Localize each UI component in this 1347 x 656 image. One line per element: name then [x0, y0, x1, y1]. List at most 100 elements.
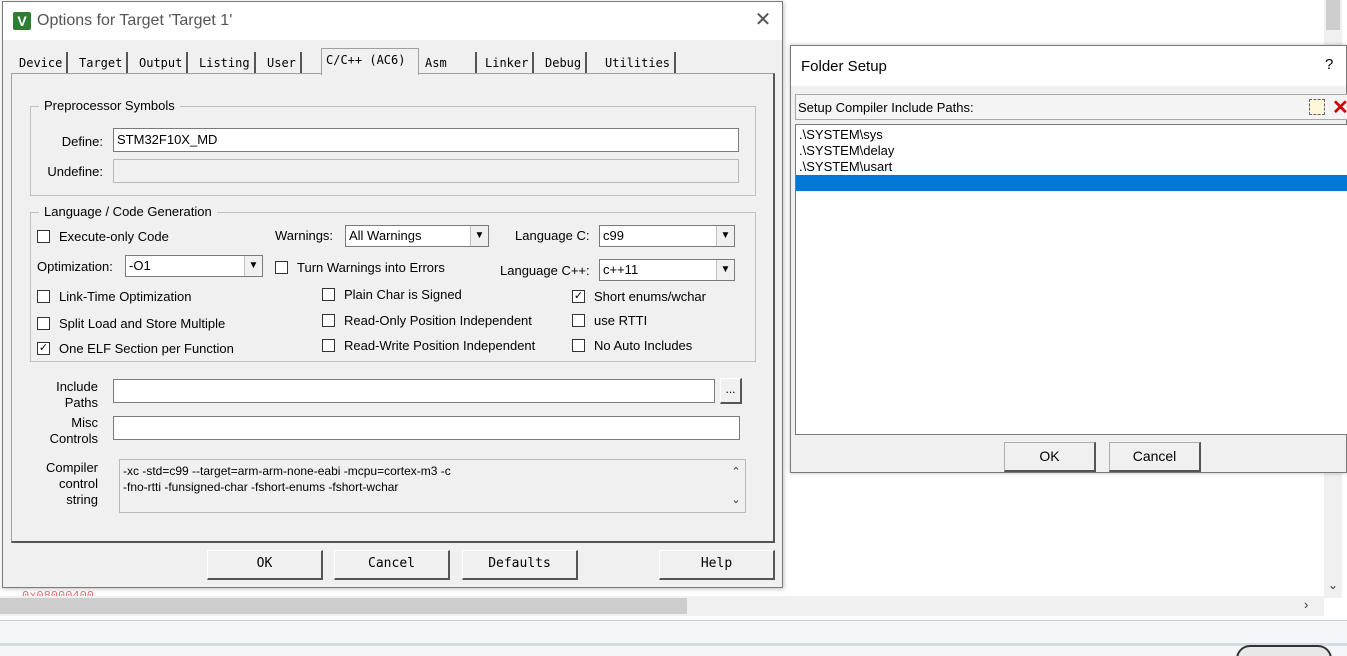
compiler-control-label: Compiler control string	[45, 460, 98, 507]
ok-button[interactable]: OK	[207, 550, 323, 580]
checkbox-box[interactable]	[322, 314, 335, 327]
cancel-button[interactable]: Cancel	[334, 550, 450, 580]
scroll-up-icon[interactable]: ⌃	[727, 464, 745, 480]
dialog-title: Options for Target 'Target 1'	[37, 12, 233, 29]
language-group-title: Language / Code Generation	[39, 204, 217, 219]
scroll-right-icon[interactable]: ›	[1304, 597, 1320, 612]
browse-include-paths-button[interactable]: ...	[720, 378, 742, 404]
language-c-value: c99	[603, 228, 624, 243]
checkbox-box[interactable]	[37, 230, 50, 243]
new-folder-icon[interactable]	[1309, 99, 1325, 115]
delete-icon[interactable]: ✕	[1332, 95, 1347, 120]
checkbox-label: No Auto Includes	[594, 338, 693, 353]
include-paths-header-label: Setup Compiler Include Paths:	[798, 100, 974, 115]
include-paths-header: Setup Compiler Include Paths: ✕	[795, 94, 1347, 120]
list-item[interactable]: .\SYSTEM\sys	[796, 127, 1347, 143]
checkbox-box[interactable]	[322, 339, 335, 352]
checkbox-label: Read-Only Position Independent	[344, 313, 532, 328]
text-scrollbar[interactable]: ⌃ ⌄	[727, 460, 745, 512]
language-cpp-label: Language C++:	[500, 263, 590, 278]
include-paths-label: Include Paths	[56, 379, 98, 410]
scrollbar-thumb[interactable]	[1326, 0, 1340, 30]
warnings-label: Warnings:	[275, 228, 334, 243]
tab-target[interactable]: Target	[75, 52, 129, 74]
tab-linker[interactable]: Linker	[481, 52, 535, 74]
compiler-control-string[interactable]: -xc -std=c99 --target=arm-arm-none-eabi …	[119, 459, 746, 513]
checkbox-label: Short enums/wchar	[594, 289, 706, 304]
checkbox-box[interactable]: ✓	[572, 290, 585, 303]
checkbox-box[interactable]	[572, 314, 585, 327]
include-paths-input[interactable]	[113, 379, 715, 403]
language-group: Language / Code Generation Execute-only …	[30, 204, 756, 362]
optimization-select[interactable]: -O1 ▼	[125, 255, 263, 277]
dialog-titlebar: V Options for Target 'Target 1' ✕	[3, 2, 782, 40]
warnings-select[interactable]: All Warnings ▼	[345, 225, 489, 247]
tab-debug[interactable]: Debug	[541, 52, 588, 74]
checkbox-label: One ELF Section per Function	[59, 341, 234, 356]
cpp-tab-panel: Preprocessor Symbols Define: STM32F10X_M…	[11, 73, 775, 543]
folder-setup-dialog: Folder Setup ? Setup Compiler Include Pa…	[790, 45, 1347, 473]
language-cpp-select[interactable]: c++11 ▼	[599, 259, 735, 281]
status-bar	[0, 620, 1347, 656]
help-button[interactable]: Help	[659, 550, 775, 580]
list-item[interactable]: .\SYSTEM\usart	[796, 159, 1347, 175]
optimization-value: -O1	[129, 258, 151, 273]
checkbox-box[interactable]	[37, 290, 50, 303]
compiler-control-line: -xc -std=c99 --target=arm-arm-none-eabi …	[123, 464, 451, 478]
editor-horizontal-scrollbar[interactable]: ›	[0, 596, 1324, 616]
define-input[interactable]: STM32F10X_MD	[113, 128, 739, 152]
undefine-input[interactable]	[113, 159, 739, 183]
defaults-button[interactable]: Defaults	[462, 550, 578, 580]
checkbox-label: Split Load and Store Multiple	[59, 316, 226, 331]
preprocessor-group-title: Preprocessor Symbols	[39, 98, 180, 113]
chevron-down-icon[interactable]: ▼	[470, 226, 488, 246]
tab-bar: Device Target Output Listing User C/C++ …	[15, 48, 775, 75]
checkbox-box[interactable]: ✓	[37, 342, 50, 355]
options-dialog: V Options for Target 'Target 1' ✕ Device…	[2, 1, 783, 588]
tab-cpp-ac6[interactable]: C/C++ (AC6)	[321, 48, 419, 75]
checkbox-box[interactable]	[322, 288, 335, 301]
close-icon[interactable]: ✕	[751, 8, 775, 32]
language-cpp-value: c++11	[603, 262, 639, 277]
tab-asm[interactable]: Asm	[421, 52, 477, 74]
checkbox-box[interactable]	[275, 261, 288, 274]
mascot-image	[1236, 645, 1332, 656]
folder-dialog-title: Folder Setup	[801, 58, 887, 75]
list-item-selected[interactable]	[796, 175, 1347, 191]
checkbox-label: Execute-only Code	[59, 229, 169, 244]
optimization-label: Optimization:	[37, 259, 113, 274]
tab-device[interactable]: Device	[15, 52, 69, 74]
define-label: Define:	[61, 134, 103, 149]
tab-output[interactable]: Output	[135, 52, 189, 74]
language-c-select[interactable]: c99 ▼	[599, 225, 735, 247]
include-paths-list[interactable]: .\SYSTEM\sys .\SYSTEM\delay .\SYSTEM\usa…	[795, 124, 1347, 435]
misc-controls-input[interactable]	[113, 416, 740, 440]
tab-utilities[interactable]: Utilities	[601, 52, 677, 74]
status-divider	[0, 643, 1347, 646]
warnings-value: All Warnings	[349, 228, 422, 243]
chevron-down-icon[interactable]: ▼	[716, 260, 734, 280]
checkbox-label: use RTTI	[594, 313, 648, 328]
folder-cancel-button[interactable]: Cancel	[1109, 442, 1201, 472]
list-item[interactable]: .\SYSTEM\delay	[796, 143, 1347, 159]
chevron-down-icon[interactable]: ▼	[244, 256, 262, 276]
scroll-down-icon[interactable]: ⌄	[1324, 578, 1342, 594]
undefine-label: Undefine:	[47, 164, 103, 179]
chevron-down-icon[interactable]: ▼	[716, 226, 734, 246]
scrollbar-thumb[interactable]	[0, 598, 687, 614]
checkbox-label: Link-Time Optimization	[59, 289, 192, 304]
folder-dialog-titlebar: Folder Setup ?	[791, 46, 1346, 86]
help-icon[interactable]: ?	[1325, 56, 1333, 73]
language-c-label: Language C:	[515, 228, 590, 243]
checkbox-box[interactable]	[572, 339, 585, 352]
checkbox-box[interactable]	[37, 317, 50, 330]
checkbox-label: Read-Write Position Independent	[344, 338, 536, 353]
app-logo-icon: V	[13, 12, 31, 30]
preprocessor-group: Preprocessor Symbols Define: STM32F10X_M…	[30, 98, 756, 196]
tab-listing[interactable]: Listing	[195, 52, 256, 74]
tab-user[interactable]: User	[263, 52, 302, 74]
folder-ok-button[interactable]: OK	[1004, 442, 1096, 472]
scroll-down-icon[interactable]: ⌄	[727, 492, 745, 508]
misc-controls-label: Misc Controls	[49, 415, 98, 446]
compiler-control-line: -fno-rtti -funsigned-char -fshort-enums …	[123, 480, 399, 494]
